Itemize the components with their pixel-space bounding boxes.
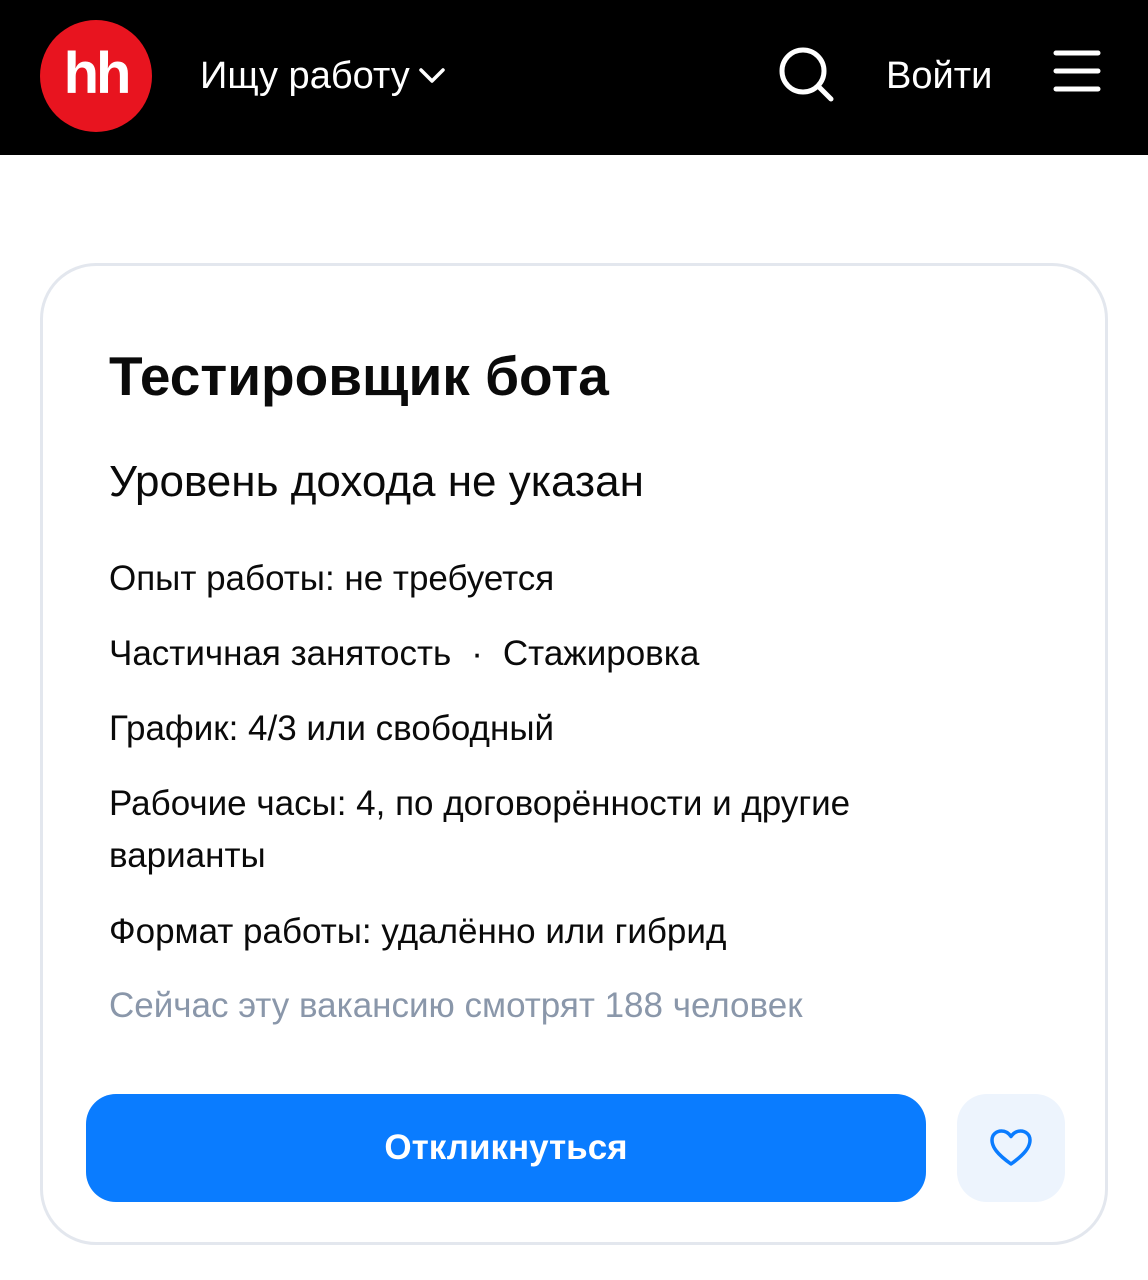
- top-header: hh Ищу работу Войти: [0, 0, 1148, 155]
- heart-icon: [989, 1128, 1033, 1168]
- viewers-count-text: Сейчас эту вакансию смотрят 188 человек: [109, 986, 803, 1025]
- schedule-text: График: 4/3 или свободный: [109, 709, 555, 748]
- favorite-button[interactable]: [957, 1094, 1065, 1202]
- experience-text: Опыт работы: не требуется: [109, 559, 555, 598]
- vacancy-card: Тестировщик бота Уровень дохода не указа…: [40, 263, 1108, 1245]
- mode-switch-dropdown[interactable]: Ищу работу: [200, 50, 446, 102]
- menu-button[interactable]: [1052, 48, 1102, 94]
- employment-kind: Стажировка: [502, 634, 700, 673]
- working-hours-text: Рабочие часы: 4, по договорённости и дру…: [109, 784, 851, 875]
- mode-label: Ищу работу: [200, 54, 410, 97]
- hamburger-menu-icon: [1052, 48, 1102, 94]
- vacancy-title[interactable]: Тестировщик бота: [109, 344, 609, 408]
- search-icon: [776, 44, 836, 104]
- employment-line: Частичная занятость · Стажировка: [109, 628, 699, 680]
- apply-button-label: Откликнуться: [384, 1128, 628, 1167]
- employment-type: Частичная занятость: [109, 634, 452, 673]
- separator-dot: ·: [471, 634, 483, 673]
- logo-text: hh: [63, 41, 132, 106]
- login-link[interactable]: Войти: [886, 50, 992, 102]
- chevron-down-icon: [418, 67, 446, 85]
- hh-logo[interactable]: hh: [40, 20, 152, 132]
- search-button[interactable]: [776, 44, 836, 104]
- work-format-text: Формат работы: удалённо или гибрид: [109, 912, 727, 951]
- salary-text: Уровень дохода не указан: [109, 457, 644, 506]
- apply-button[interactable]: Откликнуться: [86, 1094, 926, 1202]
